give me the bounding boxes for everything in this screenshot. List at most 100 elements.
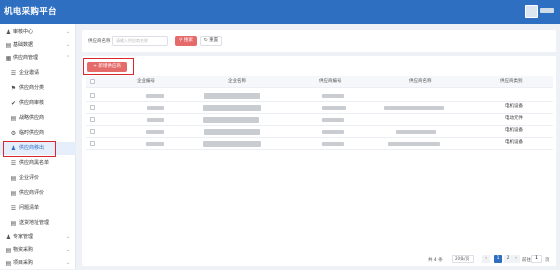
doc-icon: ▤ xyxy=(5,42,12,49)
redacted-value xyxy=(204,129,260,135)
sidebar-item-label: 供应商黑名单 xyxy=(19,160,50,166)
row-divider xyxy=(86,113,553,114)
chevron-down-icon: ⌄ xyxy=(65,42,70,48)
redacted-value xyxy=(146,130,164,134)
redacted-value xyxy=(322,94,344,98)
sidebar-item-material-purchase[interactable]: ▤ 物资采购 ⌄ xyxy=(0,244,76,257)
row-category: 电机设备 xyxy=(505,104,523,109)
page-button-1[interactable]: 1 xyxy=(494,255,502,263)
redacted-value xyxy=(147,118,164,122)
sidebar-item-label: 企业邀请 xyxy=(19,70,40,76)
sidebar-item-enterprise-evaluation[interactable]: ▤ 企业评价 xyxy=(0,172,76,185)
check-icon: ✔ xyxy=(10,100,17,107)
avatar[interactable] xyxy=(525,5,538,18)
chevron-down-icon: ⌄ xyxy=(65,234,70,240)
gear-icon: ⚙ xyxy=(10,130,17,137)
row-category: 电机设备 xyxy=(505,128,523,133)
sidebar-item-label: 临时供应商 xyxy=(19,130,45,136)
sidebar-item-label: 供应商审核 xyxy=(19,100,45,106)
reset-button-label: 重置 xyxy=(209,38,219,43)
redacted-value xyxy=(203,105,261,111)
row-divider xyxy=(86,125,553,126)
sidebar-item-supplier-blacklist[interactable]: ☰ 供应商黑名单 xyxy=(0,157,76,170)
doc-icon: ▤ xyxy=(10,220,17,227)
username[interactable] xyxy=(540,8,554,13)
sidebar-item-supplier-management[interactable]: ▦ 供应商管理 ⌃ xyxy=(0,52,76,65)
user-icon: ♟ xyxy=(5,29,12,36)
sidebar-item-enterprise-invite[interactable]: ☰ 企业邀请 xyxy=(0,67,76,80)
column-header-supplier-category: 供应商类别 xyxy=(500,79,523,84)
sidebar-item-label: 战略供应商 xyxy=(19,115,45,121)
row-checkbox[interactable] xyxy=(90,93,95,98)
doc-icon: ▤ xyxy=(10,115,17,122)
sidebar-item-label: 基础数据 xyxy=(13,42,34,48)
row-checkbox[interactable] xyxy=(90,141,95,146)
folder-icon: ▤ xyxy=(5,260,12,267)
tag-icon: ⚑ xyxy=(10,85,17,92)
row-checkbox[interactable] xyxy=(90,117,95,122)
redacted-value xyxy=(322,106,346,110)
select-all-checkbox[interactable] xyxy=(90,79,95,84)
sidebar-item-label: 专家管理 xyxy=(13,234,34,240)
column-header-supplier-name: 供应商名称 xyxy=(409,79,432,84)
redacted-value xyxy=(322,130,344,134)
chevron-down-icon: ⌄ xyxy=(65,260,70,266)
sidebar-item-label: 物资采购 xyxy=(13,247,34,253)
sidebar-item-label: 企业评价 xyxy=(19,175,40,181)
redacted-value xyxy=(204,93,260,99)
redacted-value xyxy=(203,117,259,123)
row-divider xyxy=(86,101,553,102)
sidebar-item-project-purchase[interactable]: ▤ 项目采购 ⌄ xyxy=(0,257,76,270)
doc-icon: ▤ xyxy=(10,190,17,197)
redacted-value xyxy=(322,118,344,122)
page-button-2[interactable]: 2 xyxy=(504,255,512,263)
row-category: 电动元件 xyxy=(505,116,523,121)
search-button[interactable]: ⚲ 搜索 xyxy=(175,36,197,46)
column-header-enterprise-code: 企业编号 xyxy=(137,79,155,84)
supplier-name-input[interactable]: 请输入供应商名称 xyxy=(112,36,168,46)
row-checkbox[interactable] xyxy=(90,105,95,110)
row-category: 电机设备 xyxy=(505,140,523,145)
redacted-value xyxy=(322,142,344,146)
redacted-value xyxy=(146,142,164,146)
doc-icon: ▤ xyxy=(10,175,17,182)
sidebar-item-delivery-address[interactable]: ▤ 送货地址管理 xyxy=(0,217,76,230)
reset-button[interactable]: ↻ 重置 xyxy=(200,36,222,46)
redacted-value xyxy=(147,106,164,110)
search-button-label: 搜索 xyxy=(183,38,193,43)
goto-page-input[interactable]: 1 xyxy=(531,255,542,263)
highlight-frame-sidebar xyxy=(3,141,56,157)
prev-page-button[interactable]: ‹ xyxy=(482,255,490,263)
sidebar-item-label: 供应商分类 xyxy=(19,85,45,91)
row-divider xyxy=(86,137,553,138)
sidebar-item-supplier-evaluation[interactable]: ▤ 供应商评价 xyxy=(0,187,76,200)
top-bar: 机电采购平台 xyxy=(0,0,560,24)
next-page-button[interactable]: › xyxy=(512,255,520,263)
sidebar-item-supplier-category[interactable]: ⚑ 供应商分类 xyxy=(0,82,76,95)
redacted-value xyxy=(384,106,444,110)
pagination-total: 共 4 条 xyxy=(428,258,443,263)
user-icon: ♟ xyxy=(5,234,12,241)
sidebar-item-expert-management[interactable]: ♟ 专家管理 ⌄ xyxy=(0,231,76,244)
sidebar-item-audit-center[interactable]: ♟ 审核中心 ⌄ xyxy=(0,26,76,39)
sidebar-item-label: 供应商评价 xyxy=(19,190,45,196)
redacted-value xyxy=(203,141,261,147)
sidebar-item-label: 审核中心 xyxy=(13,29,34,35)
grid-icon: ▦ xyxy=(5,55,12,62)
sidebar-item-label: 供应商管理 xyxy=(13,55,39,61)
redacted-value xyxy=(396,130,436,134)
chevron-up-icon: ⌃ xyxy=(65,55,70,61)
highlight-frame-add xyxy=(83,58,134,75)
sidebar-item-temporary-supplier[interactable]: ⚙ 临时供应商 xyxy=(0,127,76,140)
sidebar-item-supplier-audit[interactable]: ✔ 供应商审核 xyxy=(0,97,76,110)
sidebar-item-issue-list[interactable]: ☰ 问题清单 xyxy=(0,202,76,215)
row-checkbox[interactable] xyxy=(90,129,95,134)
sidebar-item-label: 送货地址管理 xyxy=(19,220,50,226)
redacted-value xyxy=(146,94,164,98)
chevron-down-icon: ⌄ xyxy=(65,29,70,35)
sidebar-item-base-data[interactable]: ▤ 基础数据 ⌄ xyxy=(0,39,76,52)
sidebar-item-label: 问题清单 xyxy=(19,205,40,211)
sidebar-item-strategic-supplier[interactable]: ▤ 战略供应商 xyxy=(0,112,76,125)
sidebar-item-label: 项目采购 xyxy=(13,260,34,266)
page-size-select[interactable]: 20条/页 xyxy=(452,255,474,263)
